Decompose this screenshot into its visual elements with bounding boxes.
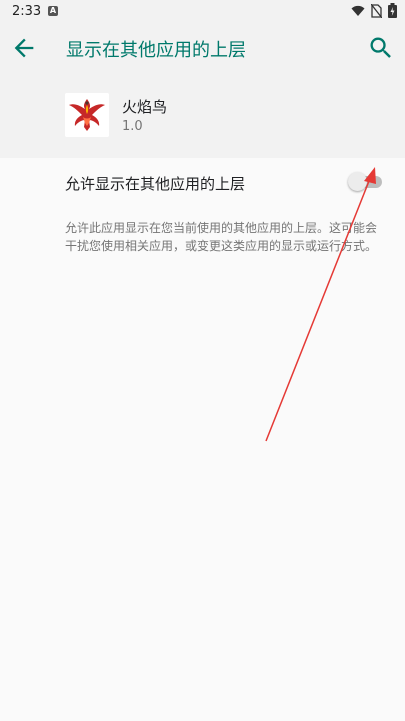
status-bar: 2:33 A xyxy=(0,0,405,24)
phoenix-app-icon xyxy=(65,93,109,137)
search-icon xyxy=(370,37,391,58)
permission-description: 允许此应用显示在您当前使用的其他应用的上层。这可能会干扰您使用相关应用，或变更这… xyxy=(65,221,378,253)
status-icons xyxy=(351,3,397,18)
app-version: 1.0 xyxy=(122,119,143,134)
wifi-icon xyxy=(351,5,365,16)
app-header: 火焰鸟 1.0 xyxy=(0,72,405,158)
overlay-permission-toggle[interactable] xyxy=(348,171,384,193)
toggle-thumb xyxy=(348,172,367,191)
search-button[interactable] xyxy=(367,34,395,62)
status-time: 2:33 xyxy=(12,4,42,19)
overlay-permission-row[interactable]: 允许显示在其他应用的上层 xyxy=(0,158,405,208)
app-bar: 显示在其他应用的上层 xyxy=(0,24,405,72)
battery-charging-icon xyxy=(388,3,397,18)
app-name: 火焰鸟 xyxy=(122,98,168,116)
page-title: 显示在其他应用的上层 xyxy=(66,40,246,61)
back-button[interactable] xyxy=(10,34,38,62)
setting-label: 允许显示在其他应用的上层 xyxy=(65,175,246,193)
app-icon xyxy=(65,93,109,137)
arrow-back-icon xyxy=(14,38,34,58)
no-sim-icon xyxy=(371,3,382,18)
notification-icon: A xyxy=(48,6,58,16)
